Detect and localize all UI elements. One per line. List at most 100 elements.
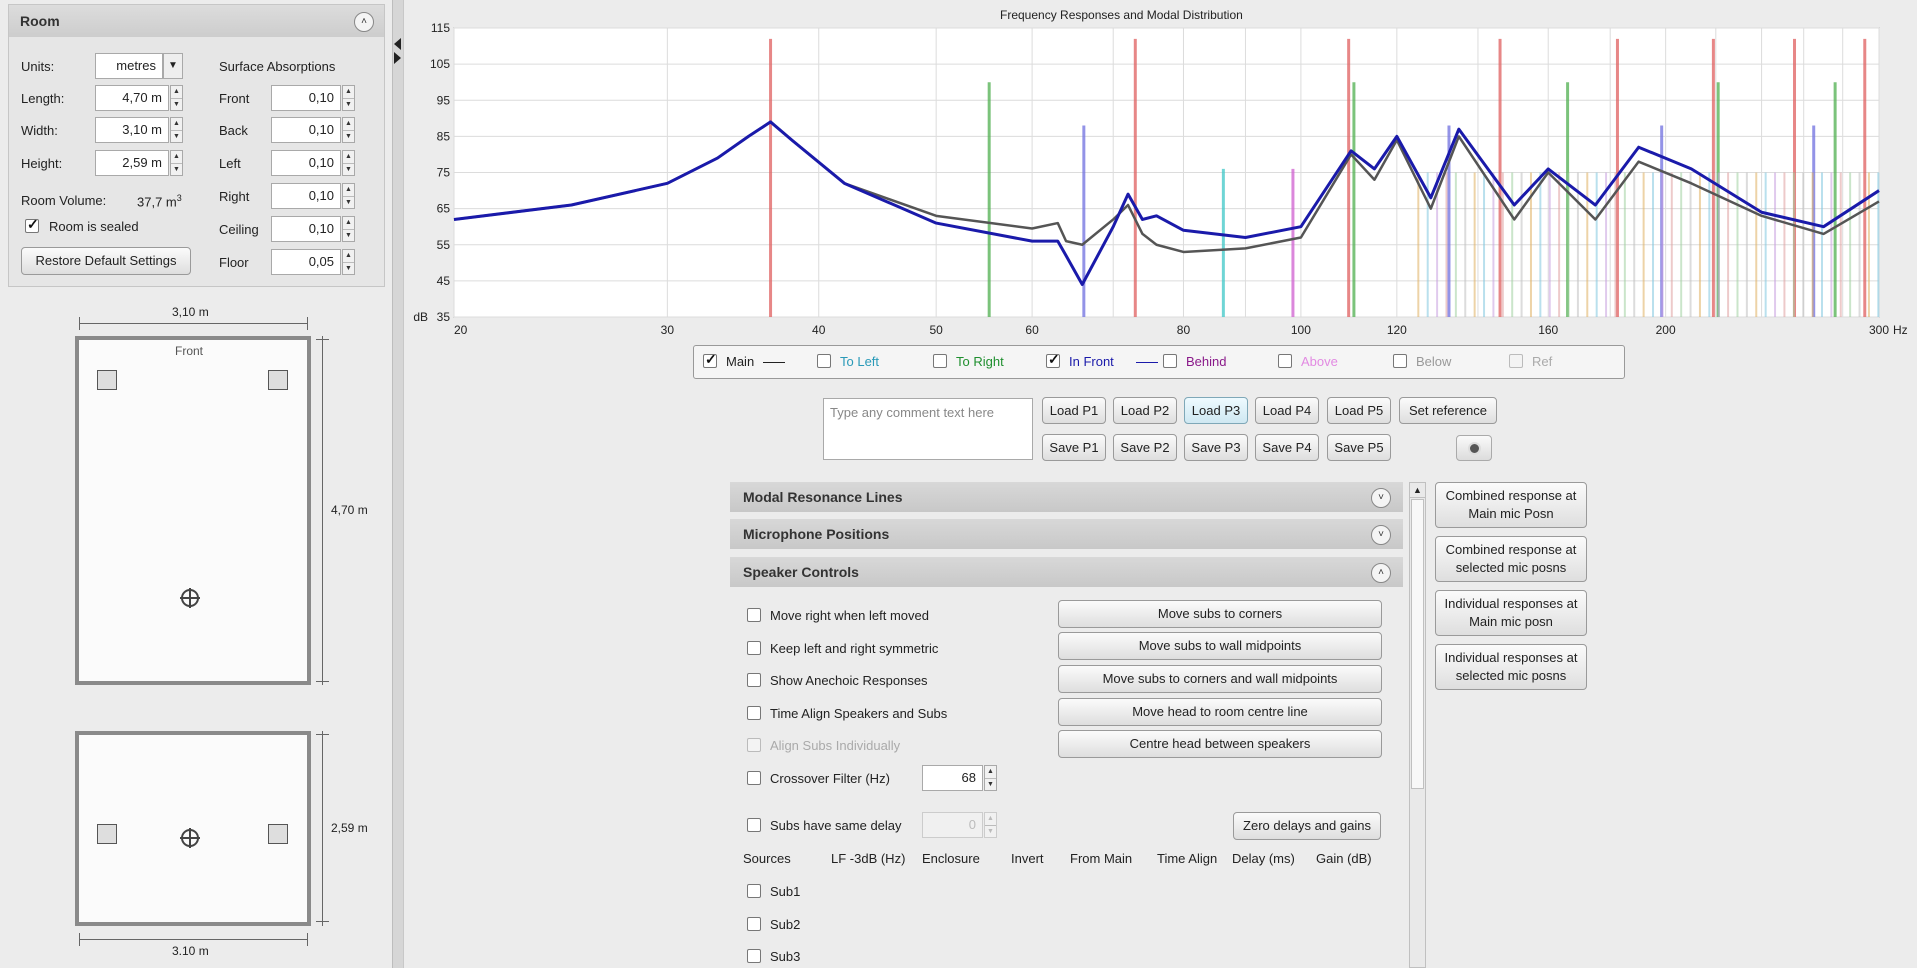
response-mode-button[interactable]: Combined response at Main mic Posn bbox=[1435, 482, 1587, 528]
y-tick-label: 85 bbox=[437, 129, 451, 143]
absorption-left-field[interactable]: 0,10 bbox=[271, 150, 341, 176]
response-mode-button-line: selected mic posns bbox=[1455, 560, 1567, 575]
absorption-back-spinner[interactable]: ▲ ▼ bbox=[342, 117, 355, 143]
width-field[interactable]: 3,10 m bbox=[95, 117, 169, 143]
absorption-front-spinner[interactable]: ▲ ▼ bbox=[342, 85, 355, 111]
expand-down-icon[interactable]: ˅ bbox=[1371, 488, 1391, 508]
speaker-action-button[interactable]: Centre head between speakers bbox=[1058, 730, 1382, 758]
set-reference-button[interactable]: Set reference bbox=[1399, 397, 1497, 424]
vertical-scrollbar[interactable]: ▲ bbox=[1409, 482, 1426, 968]
expand-down-icon[interactable]: ˅ bbox=[1371, 525, 1391, 545]
scroll-up-icon[interactable]: ▲ bbox=[1410, 483, 1425, 498]
legend-checkbox-behind[interactable] bbox=[1163, 354, 1177, 368]
speaker-action-button[interactable]: Move subs to corners bbox=[1058, 600, 1382, 628]
load-preset-4-button[interactable]: Load P4 bbox=[1255, 397, 1319, 424]
length-field[interactable]: 4,70 m bbox=[95, 85, 169, 111]
response-mode-button-line: Individual responses at bbox=[1444, 650, 1578, 665]
legend-checkbox-in-front[interactable] bbox=[1046, 351, 1060, 368]
legend-label: Ref bbox=[1532, 354, 1553, 369]
absorption-right-spinner[interactable]: ▲ ▼ bbox=[342, 183, 355, 209]
length-spinner[interactable]: ▲ ▼ bbox=[170, 85, 183, 111]
legend-checkbox-to-left[interactable] bbox=[817, 354, 831, 368]
collapse-up-icon[interactable]: ˄ bbox=[1371, 563, 1391, 583]
absorption-front-field[interactable]: 0,10 bbox=[271, 85, 341, 111]
right-speaker[interactable] bbox=[268, 370, 288, 390]
sub-checkbox[interactable] bbox=[747, 917, 761, 931]
legend-label: Above bbox=[1301, 354, 1338, 369]
speaker-action-button[interactable]: Move subs to corners and wall midpoints bbox=[1058, 665, 1382, 693]
right-speaker-elevation[interactable] bbox=[268, 824, 288, 844]
crossover-field[interactable]: 68 bbox=[922, 765, 983, 791]
speaker-controls-header[interactable]: Speaker Controls bbox=[730, 557, 1403, 587]
column-header: Time Align bbox=[1157, 851, 1218, 866]
width-spinner[interactable]: ▲ ▼ bbox=[170, 117, 183, 143]
response-mode-button[interactable]: Individual responses at selected mic posn… bbox=[1435, 644, 1587, 690]
units-label: Units: bbox=[21, 59, 55, 74]
legend-checkbox-to-right[interactable] bbox=[933, 354, 947, 368]
camera-icon[interactable] bbox=[1456, 435, 1492, 461]
units-select[interactable]: metres bbox=[95, 53, 163, 79]
absorption-floor-field[interactable]: 0,05 bbox=[271, 249, 341, 275]
load-preset-5-button[interactable]: Load P5 bbox=[1327, 397, 1391, 424]
absorption-back-field[interactable]: 0,10 bbox=[271, 117, 341, 143]
save-preset-1-button[interactable]: Save P1 bbox=[1042, 434, 1106, 461]
crossover-spinner[interactable]: ▲ ▼ bbox=[984, 765, 997, 791]
frequency-response-chart[interactable]: 35 45 55 65 75 85 95 105 115 dB 20 30 40 50 60 80 100 120… bbox=[402, 0, 1917, 340]
absorption-left-label: Left bbox=[219, 156, 241, 171]
comment-input[interactable]: Type any comment text here bbox=[823, 398, 1033, 460]
speaker-option-checkbox[interactable] bbox=[747, 641, 761, 655]
save-preset-3-button[interactable]: Save P3 bbox=[1184, 434, 1248, 461]
speaker-option-checkbox[interactable] bbox=[747, 608, 761, 622]
save-preset-5-button[interactable]: Save P5 bbox=[1327, 434, 1391, 461]
absorption-floor-spinner[interactable]: ▲ ▼ bbox=[342, 249, 355, 275]
dimension-tick bbox=[79, 933, 80, 946]
mic-position-icon[interactable] bbox=[180, 588, 200, 608]
speaker-option-label: Align Subs Individually bbox=[770, 738, 901, 753]
sub-checkbox[interactable] bbox=[747, 884, 761, 898]
same-delay-checkbox[interactable] bbox=[747, 818, 761, 832]
response-mode-button[interactable]: Individual responses at Main mic posn bbox=[1435, 590, 1587, 636]
sub-checkbox[interactable] bbox=[747, 949, 761, 963]
dimension-tick bbox=[307, 317, 308, 330]
load-preset-2-button[interactable]: Load P2 bbox=[1113, 397, 1177, 424]
legend-checkbox-main[interactable] bbox=[703, 351, 717, 368]
absorption-ceiling-spinner[interactable]: ▲ ▼ bbox=[342, 216, 355, 242]
response-mode-button[interactable]: Combined response at selected mic posns bbox=[1435, 536, 1587, 582]
absorption-left-spinner[interactable]: ▲ ▼ bbox=[342, 150, 355, 176]
room-sealed-checkbox[interactable] bbox=[25, 216, 39, 233]
mic-elevation-icon[interactable] bbox=[180, 828, 200, 848]
save-preset-4-button[interactable]: Save P4 bbox=[1255, 434, 1319, 461]
response-mode-button-line: Main mic posn bbox=[1469, 614, 1553, 629]
response-mode-button-line: Main mic Posn bbox=[1468, 506, 1554, 521]
height-field[interactable]: 2,59 m bbox=[95, 150, 169, 176]
modal-resonance-lines-header[interactable]: Modal Resonance Lines bbox=[730, 482, 1403, 512]
speaker-option-checkbox[interactable] bbox=[747, 673, 761, 687]
height-spinner[interactable]: ▲ ▼ bbox=[170, 150, 183, 176]
load-preset-3-button[interactable]: Load P3 bbox=[1184, 397, 1248, 424]
crossover-checkbox[interactable] bbox=[747, 771, 761, 785]
dimension-tick bbox=[307, 933, 308, 946]
scrollbar-thumb[interactable] bbox=[1411, 499, 1424, 789]
chevron-down-icon[interactable]: ▼ bbox=[163, 53, 183, 79]
legend-checkbox-above[interactable] bbox=[1278, 354, 1292, 368]
collapse-left-icon[interactable] bbox=[394, 38, 401, 50]
load-preset-1-button[interactable]: Load P1 bbox=[1042, 397, 1106, 424]
legend-checkbox-ref[interactable] bbox=[1509, 354, 1523, 368]
elevation-width-dimension-line bbox=[79, 939, 308, 940]
speaker-action-button[interactable]: Move head to room centre line bbox=[1058, 698, 1382, 726]
chart-legend bbox=[693, 345, 1625, 379]
microphone-positions-header[interactable]: Microphone Positions bbox=[730, 519, 1403, 549]
left-speaker-elevation[interactable] bbox=[97, 824, 117, 844]
left-speaker[interactable] bbox=[97, 370, 117, 390]
absorption-ceiling-field[interactable]: 0,10 bbox=[271, 216, 341, 242]
restore-defaults-button[interactable]: Restore Default Settings bbox=[21, 247, 191, 275]
same-delay-spinner: ▲ ▼ bbox=[984, 812, 997, 838]
legend-checkbox-below[interactable] bbox=[1393, 354, 1407, 368]
speaker-option-checkbox[interactable] bbox=[747, 706, 761, 720]
zero-delays-button[interactable]: Zero delays and gains bbox=[1233, 812, 1381, 840]
absorption-right-field[interactable]: 0,10 bbox=[271, 183, 341, 209]
speaker-action-button[interactable]: Move subs to wall midpoints bbox=[1058, 632, 1382, 660]
collapse-up-icon[interactable]: ˄ bbox=[354, 12, 374, 32]
expand-right-icon[interactable] bbox=[394, 52, 401, 64]
save-preset-2-button[interactable]: Save P2 bbox=[1113, 434, 1177, 461]
